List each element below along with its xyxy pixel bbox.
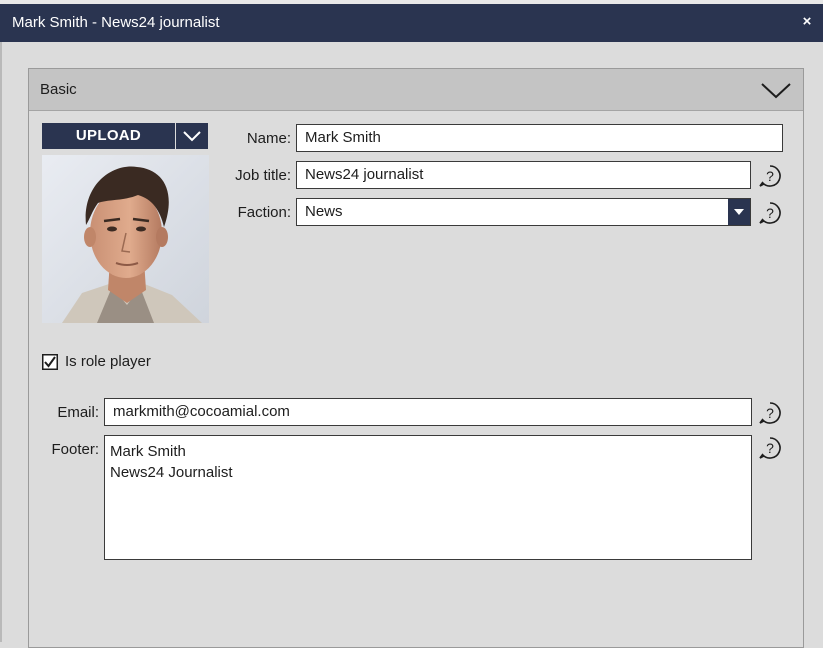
panel-title: Basic <box>40 81 77 98</box>
faction-select[interactable]: News <box>296 198 751 226</box>
upload-button[interactable]: UPLOAD <box>42 123 175 149</box>
svg-text:?: ? <box>766 440 774 456</box>
close-icon[interactable]: × <box>800 12 814 32</box>
window-title: Mark Smith - News24 journalist <box>12 14 220 31</box>
profile-photo <box>42 155 209 323</box>
help-icon[interactable]: ? <box>758 401 782 425</box>
role-player-label: Is role player <box>65 353 151 370</box>
help-icon[interactable]: ? <box>758 201 782 225</box>
svg-text:?: ? <box>766 168 774 184</box>
faction-selected-value: News <box>305 203 343 220</box>
svg-text:?: ? <box>766 405 774 421</box>
name-label: Name: <box>246 130 291 147</box>
role-player-checkbox[interactable] <box>42 354 58 370</box>
footer-textarea[interactable]: Mark Smith News24 Journalist <box>104 435 752 560</box>
footer-label: Footer: <box>51 441 99 458</box>
dropdown-arrow[interactable] <box>728 199 750 225</box>
help-icon[interactable]: ? <box>758 164 782 188</box>
email-label: Email: <box>57 404 99 421</box>
name-input[interactable]: Mark Smith <box>296 124 783 152</box>
basic-panel-header[interactable]: Basic <box>29 69 803 111</box>
email-input[interactable]: markmith@cocoamial.com <box>104 398 752 426</box>
job-title-input[interactable]: News24 journalist <box>296 161 751 189</box>
dialog-body: Basic UPLOAD Name: Mark Smith Job title:… <box>0 42 823 648</box>
job-title-label: Job title: <box>235 167 291 184</box>
window-titlebar: Mark Smith - News24 journalist × <box>0 4 823 42</box>
basic-panel: Basic UPLOAD Name: Mark Smith Job title:… <box>28 68 804 648</box>
svg-text:?: ? <box>766 205 774 221</box>
chevron-down-icon <box>183 131 201 142</box>
caret-down-icon <box>734 209 744 215</box>
help-icon[interactable]: ? <box>758 436 782 460</box>
upload-dropdown-button[interactable] <box>176 123 208 149</box>
faction-label: Faction: <box>237 204 291 221</box>
chevron-down-icon[interactable] <box>760 80 792 100</box>
